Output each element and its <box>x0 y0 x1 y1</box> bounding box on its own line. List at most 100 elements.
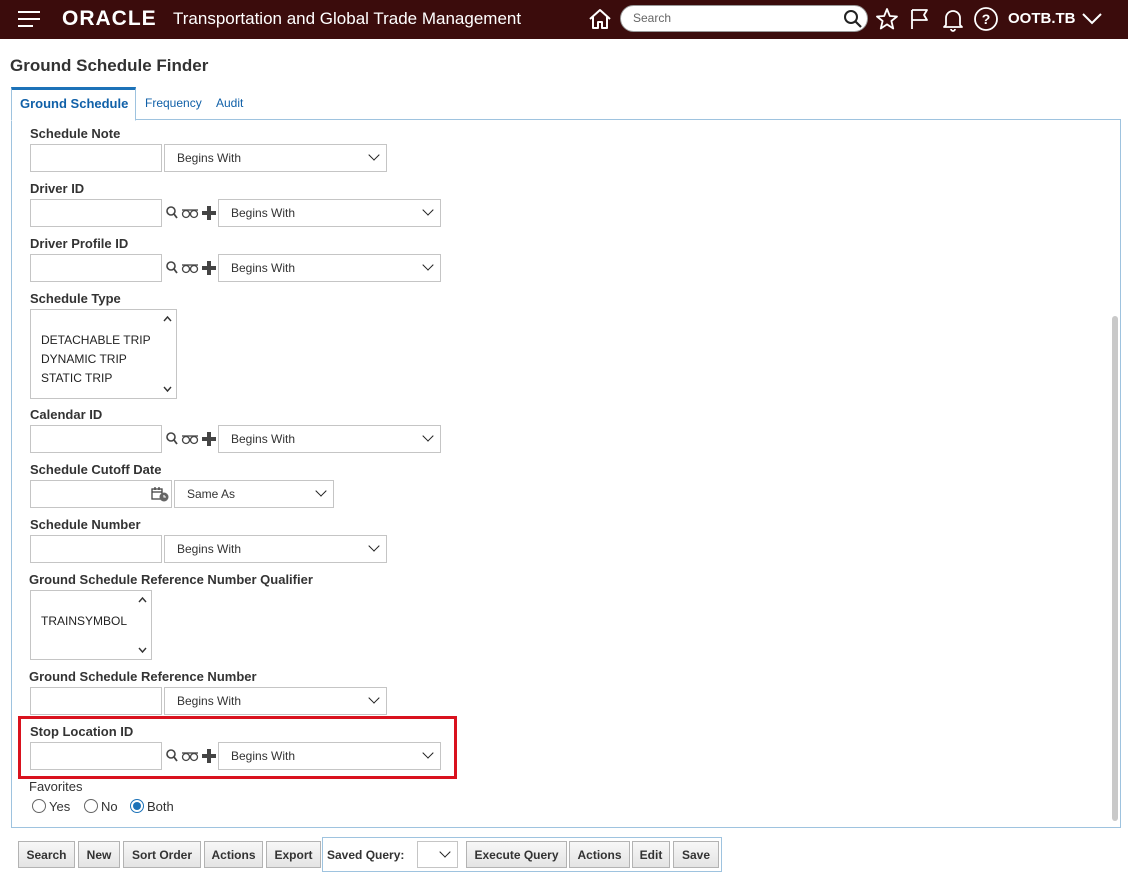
schedule-cutoff-date-operator[interactable]: Same As <box>174 480 334 508</box>
operator-value: Same As <box>187 487 236 501</box>
operator-value: Begins With <box>177 151 242 165</box>
favorites-star-icon[interactable] <box>874 6 900 32</box>
search-icon <box>166 432 178 445</box>
search-button[interactable]: Search <box>18 841 75 868</box>
operator-value: Begins With <box>231 432 296 446</box>
operator-value: Begins With <box>177 542 242 556</box>
list-option[interactable]: TRAINSYMBOL <box>41 614 127 628</box>
svg-text:?: ? <box>982 11 991 27</box>
driver-profile-lookup-icons <box>166 261 216 275</box>
top-bar: ORACLE Transportation and Global Trade M… <box>0 0 1128 39</box>
radio-label: Yes <box>49 799 71 814</box>
radio-label: No <box>101 799 118 814</box>
user-name[interactable]: OOTB.TB <box>1008 10 1076 27</box>
chevron-down-icon <box>422 747 434 759</box>
chevron-down-icon <box>422 204 434 216</box>
panel-scrollbar[interactable] <box>1112 316 1118 821</box>
favorites-no-radio[interactable] <box>84 799 98 813</box>
schedule-note-input[interactable] <box>30 144 162 172</box>
export-button[interactable]: Export <box>266 841 321 868</box>
favorites-both-radio[interactable] <box>130 799 144 813</box>
actions-button[interactable]: Actions <box>204 841 263 868</box>
view-icon <box>181 264 199 274</box>
operator-value: Begins With <box>231 749 296 763</box>
calendar-picker-icon[interactable] <box>151 486 169 502</box>
add-icon <box>202 432 216 446</box>
flag-icon[interactable] <box>907 6 933 32</box>
add-icon <box>202 261 216 275</box>
stop-location-id-input[interactable] <box>30 742 162 770</box>
ref-number-input[interactable] <box>30 687 162 715</box>
tab-frequency[interactable]: Frequency <box>145 96 202 110</box>
calendar-id-input[interactable] <box>30 425 162 453</box>
tab-ground-schedule[interactable]: Ground Schedule <box>11 87 136 121</box>
driver-id-lookup-icons <box>166 206 216 220</box>
chevron-down-icon <box>368 692 380 704</box>
chevron-down-icon <box>422 430 434 442</box>
view-icon <box>181 435 199 445</box>
list-option[interactable]: DETACHABLE TRIP <box>41 333 151 347</box>
favorites-label: Favorites <box>29 779 83 794</box>
driver-id-label: Driver ID <box>30 181 85 196</box>
ref-number-operator[interactable]: Begins With <box>164 687 387 715</box>
stop-location-lookup-icons <box>166 749 216 763</box>
execute-query-button[interactable]: Execute Query <box>466 841 567 868</box>
oracle-logo: ORACLE <box>62 7 157 30</box>
driver-profile-id-operator[interactable]: Begins With <box>218 254 441 282</box>
add-icon <box>202 749 216 763</box>
save-button[interactable]: Save <box>673 841 719 868</box>
tab-audit[interactable]: Audit <box>216 96 243 110</box>
chevron-down-icon <box>315 485 327 497</box>
listbox-scrollbar[interactable] <box>159 310 176 398</box>
app-title: Transportation and Global Trade Manageme… <box>173 9 522 28</box>
edit-button[interactable]: Edit <box>632 841 670 868</box>
saved-query-label: Saved Query: <box>327 848 405 862</box>
ref-qualifier-label: Ground Schedule Reference Number Qualifi… <box>29 572 313 587</box>
page-title: Ground Schedule Finder <box>10 56 209 75</box>
saved-query-select[interactable] <box>417 841 458 868</box>
list-option[interactable]: DYNAMIC TRIP <box>41 352 127 366</box>
driver-id-operator[interactable]: Begins With <box>218 199 441 227</box>
search-icon[interactable] <box>843 9 863 29</box>
chevron-down-icon <box>439 846 451 858</box>
stop-location-id-operator[interactable]: Begins With <box>218 742 441 770</box>
add-icon <box>202 206 216 220</box>
schedule-number-operator[interactable]: Begins With <box>164 535 387 563</box>
schedule-number-label: Schedule Number <box>30 517 141 532</box>
home-icon[interactable] <box>587 6 613 32</box>
global-search[interactable] <box>620 5 868 32</box>
chevron-down-icon <box>368 149 380 161</box>
sort-order-button[interactable]: Sort Order <box>123 841 201 868</box>
driver-id-input[interactable] <box>30 199 162 227</box>
radio-label: Both <box>147 799 174 814</box>
listbox-scrollbar[interactable] <box>134 591 151 659</box>
new-button[interactable]: New <box>78 841 120 868</box>
operator-value: Begins With <box>231 261 296 275</box>
calendar-id-operator[interactable]: Begins With <box>218 425 441 453</box>
search-icon <box>166 206 178 219</box>
help-icon[interactable]: ? <box>973 6 999 32</box>
saved-query-actions-button[interactable]: Actions <box>569 841 630 868</box>
search-icon <box>166 749 178 762</box>
chevron-down-icon <box>422 259 434 271</box>
schedule-cutoff-date-label: Schedule Cutoff Date <box>30 462 162 477</box>
search-icon <box>166 261 178 274</box>
chevron-down-icon[interactable] <box>1080 8 1104 30</box>
calendar-id-lookup-icons <box>166 432 216 446</box>
menu-icon[interactable] <box>18 11 40 29</box>
search-input[interactable] <box>633 11 833 25</box>
stop-location-id-label: Stop Location ID <box>30 724 134 739</box>
operator-value: Begins With <box>177 694 242 708</box>
favorites-yes-radio[interactable] <box>32 799 46 813</box>
operator-value: Begins With <box>231 206 296 220</box>
notifications-bell-icon[interactable] <box>940 6 966 32</box>
schedule-number-input[interactable] <box>30 535 162 563</box>
driver-profile-id-input[interactable] <box>30 254 162 282</box>
ref-qualifier-listbox[interactable]: TRAINSYMBOL <box>30 590 152 660</box>
ref-number-label: Ground Schedule Reference Number <box>29 669 257 684</box>
list-option[interactable]: STATIC TRIP <box>41 371 112 385</box>
schedule-type-listbox[interactable]: DETACHABLE TRIP DYNAMIC TRIP STATIC TRIP <box>30 309 177 399</box>
schedule-note-operator[interactable]: Begins With <box>164 144 387 172</box>
driver-profile-id-label: Driver Profile ID <box>30 236 129 251</box>
schedule-type-label: Schedule Type <box>30 291 121 306</box>
